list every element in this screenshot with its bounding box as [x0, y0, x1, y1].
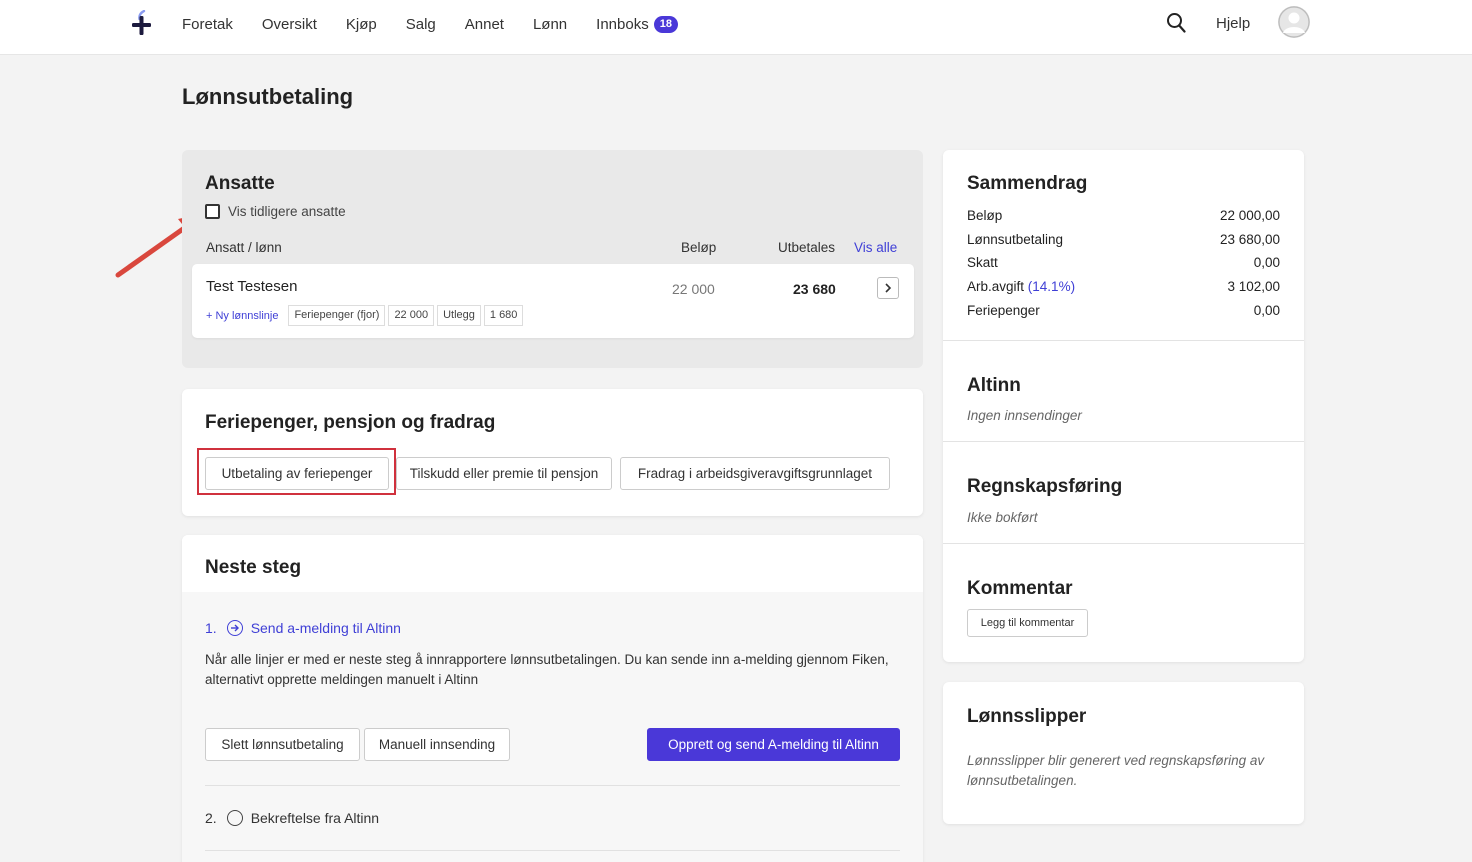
show-former-employees-checkbox[interactable] [205, 204, 220, 219]
employer-tax-deduction-button[interactable]: Fradrag i arbeidsgiveravgiftsgrunnlaget [620, 457, 890, 490]
page-title: Lønnsutbetaling [182, 84, 354, 109]
chevron-right-icon [885, 283, 892, 293]
employees-title: Ansatte [205, 173, 275, 194]
manual-submission-button[interactable]: Manuell innsending [364, 728, 510, 761]
step1-number: 1. [205, 620, 217, 636]
employee-paid: 23 680 [793, 281, 836, 297]
summary-row-skatt: Skatt 0,00 [967, 255, 1280, 270]
step2-number: 2. [205, 810, 217, 826]
send-a-melding-button[interactable]: Opprett og send A-melding til Altinn [647, 728, 900, 761]
nav-innboks-label: Innboks [596, 15, 649, 33]
summary-value: 22 000,00 [1219, 208, 1280, 223]
nav-lonn[interactable]: Lønn [533, 16, 567, 33]
summary-value: 0,00 [1253, 303, 1280, 318]
show-all-link[interactable]: Vis alle [854, 240, 897, 255]
nav-kjop[interactable]: Kjøp [346, 16, 377, 33]
employee-row[interactable]: Test Testesen 22 000 23 680 + Ny lønnsli… [192, 264, 914, 338]
accounting-section: Regnskapsføring Ikke bokført [943, 442, 1304, 544]
next-steps-header: Neste steg [182, 535, 923, 592]
next-steps-title: Neste steg [205, 557, 302, 578]
summary-value: 3 102,00 [1227, 279, 1280, 294]
employee-name: Test Testesen [206, 278, 298, 295]
employee-tags: + Ny lønnslinje Feriepenger (fjor) 22 00… [206, 305, 526, 326]
holiday-pension-deduction-card: Feriepenger, pensjon og fradrag Utbetali… [182, 389, 923, 516]
employee-amount: 22 000 [672, 281, 715, 297]
summary-label: Feriepenger [967, 303, 1040, 318]
help-link[interactable]: Hjelp [1216, 15, 1250, 32]
col-header-employee: Ansatt / lønn [206, 240, 282, 255]
summary-section: Sammendrag Beløp 22 000,00 Lønnsutbetali… [943, 150, 1304, 341]
next-steps-card: Neste steg 1. Send a-melding til Altinn … [182, 535, 923, 862]
summary-row-lonnsutbetaling: Lønnsutbetaling 23 680,00 [967, 232, 1280, 247]
summary-label: Arb.avgift [967, 279, 1025, 294]
main-menu: Foretak Oversikt Kjøp Salg Annet Lønn In… [182, 0, 707, 48]
nav-foretak[interactable]: Foretak [182, 16, 233, 33]
summary-title: Sammendrag [967, 173, 1088, 194]
delete-payroll-button[interactable]: Slett lønnsutbetaling [205, 728, 360, 761]
fiken-logo-icon[interactable] [130, 10, 154, 36]
holiday-pension-title: Feriepenger, pensjon og fradrag [205, 412, 496, 433]
step2-label: Bekreftelse fra Altinn [250, 810, 380, 826]
employees-card: Ansatte Vis tidligere ansatte Ansatt / l… [182, 150, 923, 368]
payslips-title: Lønnsslipper [967, 706, 1087, 727]
nav-salg[interactable]: Salg [406, 16, 436, 33]
summary-value: 0,00 [1253, 255, 1280, 270]
payslips-card: Lønnsslipper Lønnsslipper blir generert … [943, 682, 1304, 824]
accounting-title: Regnskapsføring [967, 476, 1123, 497]
col-header-paid: Utbetales [778, 240, 836, 255]
next-steps-body: 1. Send a-melding til Altinn Når alle li… [182, 592, 923, 862]
tag-utlegg-label: Utlegg [437, 305, 481, 326]
avatar[interactable] [1278, 6, 1310, 38]
step1-description: Når alle linjer er med er neste steg å i… [205, 652, 889, 687]
show-former-employees-label: Vis tidligere ansatte [228, 204, 346, 219]
altinn-section: Altinn Ingen innsendinger [943, 341, 1304, 442]
summary-row-feriepenger: Feriepenger 0,00 [967, 303, 1280, 318]
top-navbar: Foretak Oversikt Kjøp Salg Annet Lønn In… [0, 0, 1472, 55]
step-send-a-melding[interactable]: 1. Send a-melding til Altinn [205, 620, 401, 636]
summary-panel: Sammendrag Beløp 22 000,00 Lønnsutbetali… [943, 150, 1304, 662]
tag-utlegg-value: 1 680 [483, 305, 524, 326]
nav-oversikt[interactable]: Oversikt [262, 16, 317, 33]
add-comment-button[interactable]: Legg til kommentar [967, 609, 1088, 637]
user-avatar-icon [1278, 6, 1310, 38]
search-icon[interactable] [1166, 12, 1186, 34]
col-header-amount: Beløp [681, 240, 717, 255]
empty-circle-icon [226, 810, 243, 826]
step-altinn-confirmation: 2. Bekreftelse fra Altinn [205, 810, 379, 826]
summary-label: Skatt [967, 255, 998, 270]
show-former-employees-toggle[interactable]: Vis tidligere ansatte [205, 204, 346, 219]
summary-value: 23 680,00 [1219, 232, 1280, 247]
step1-label: Send a-melding til Altinn [250, 620, 401, 636]
nav-innboks[interactable]: Innboks 18 [596, 15, 678, 33]
new-salary-line-link[interactable]: + Ny lønnslinje [206, 310, 278, 322]
summary-row-arbavgift: Arb.avgift (14.1%) 3 102,00 [967, 279, 1280, 294]
accounting-note: Ikke bokført [967, 510, 1038, 525]
employee-open-button[interactable] [877, 277, 899, 299]
summary-label-group: Arb.avgift (14.1%) [967, 279, 1075, 294]
inbox-count-badge: 18 [653, 15, 678, 33]
step-divider [205, 785, 900, 786]
pension-contribution-button[interactable]: Tilskudd eller premie til pensjon [396, 457, 612, 490]
summary-label: Lønnsutbetaling [967, 232, 1064, 247]
payslips-note: Lønnsslipper blir generert ved regnskaps… [967, 753, 1265, 788]
tag-feriepenger-value: 22 000 [388, 305, 435, 326]
summary-label: Beløp [967, 208, 1003, 223]
comment-title: Kommentar [967, 578, 1073, 599]
arbavgift-percent: (14.1%) [1027, 279, 1076, 294]
step-divider [205, 850, 900, 851]
nav-annet[interactable]: Annet [465, 16, 504, 33]
tag-feriepenger-label: Feriepenger (fjor) [288, 305, 386, 326]
summary-row-belop: Beløp 22 000,00 [967, 208, 1280, 223]
arrow-right-circle-icon [226, 620, 243, 636]
holiday-pay-button[interactable]: Utbetaling av feriepenger [205, 457, 389, 490]
altinn-note: Ingen innsendinger [967, 408, 1082, 423]
altinn-title: Altinn [967, 375, 1021, 396]
